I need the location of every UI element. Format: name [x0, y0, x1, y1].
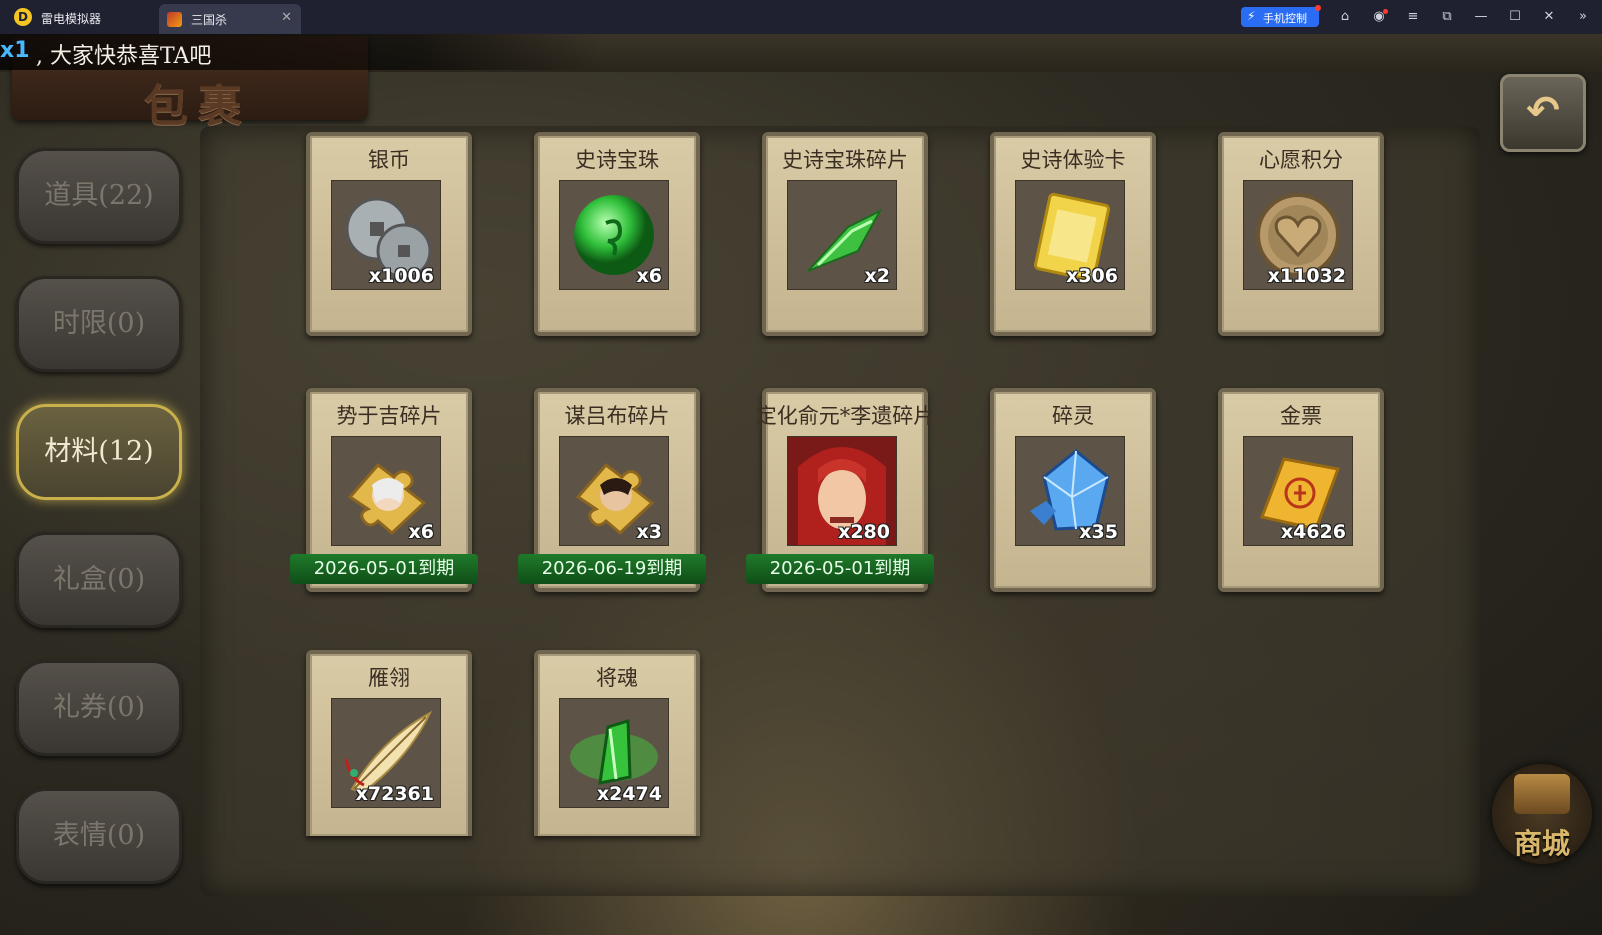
tab-label: 时限(0)	[52, 308, 146, 339]
phone-control-label: 手机控制	[1263, 12, 1307, 25]
item-quantity: x2474	[596, 783, 662, 805]
item-quantity: x1006	[368, 265, 434, 287]
menu-icon[interactable]: ≡	[1402, 6, 1424, 28]
expand-sidebar-icon[interactable]: »	[1572, 6, 1594, 28]
minimize-icon[interactable]: —	[1470, 6, 1492, 28]
item-quantity: x6	[636, 265, 662, 287]
puzzle-hero-icon: x6	[331, 436, 441, 546]
close-tab-icon[interactable]: ✕	[281, 10, 292, 25]
game-screen: 包裹 x1 , 大家快恭喜TA吧 ↶ 道具(22) 时限(0) 材料(12) 礼…	[0, 34, 1602, 935]
feather-icon: x72361	[331, 698, 441, 808]
item-quantity: x3	[636, 521, 662, 543]
user-icon[interactable]: ◉	[1368, 6, 1390, 28]
close-window-icon[interactable]: ✕	[1538, 6, 1560, 28]
item-card[interactable]: 史诗宝珠碎片 x2	[762, 132, 928, 336]
item-quantity: x6	[408, 521, 434, 543]
notification-dot	[1315, 5, 1321, 11]
lightning-icon: ⚡	[1247, 9, 1256, 23]
shop-label: 商城	[1513, 827, 1570, 860]
expiry-badge: 2026-05-01到期	[290, 554, 478, 584]
game-icon	[167, 12, 182, 27]
tab-items[interactable]: 道具(22)	[16, 148, 182, 244]
back-arrow-icon: ↶	[1526, 88, 1560, 134]
tab-label: 材料(12)	[44, 436, 154, 467]
item-name: 史诗宝珠	[575, 148, 659, 172]
tab-materials[interactable]: 材料(12)	[16, 404, 182, 500]
expiry-badge: 2026-06-19到期	[518, 554, 706, 584]
item-name: 谋吕布碎片	[564, 404, 670, 428]
item-name: 定化俞元*李遗碎片	[755, 404, 935, 428]
silver-coins-icon: x1006	[331, 180, 441, 290]
tab-timed[interactable]: 时限(0)	[16, 276, 182, 372]
item-card[interactable]: 定化俞元*李遗碎片 x280 2026-05-01到期	[746, 388, 934, 592]
item-quantity: x306	[1066, 265, 1118, 287]
item-name: 金票	[1280, 404, 1322, 428]
item-quantity: x2	[864, 265, 890, 287]
item-name: 心愿积分	[1259, 148, 1343, 172]
item-quantity: x4626	[1280, 521, 1346, 543]
tab-label: 三国杀	[191, 13, 228, 27]
user-notification-dot	[1383, 9, 1388, 14]
item-name: 势于吉碎片	[336, 404, 442, 428]
item-card[interactable]: 史诗宝珠 x6	[534, 132, 700, 336]
back-button[interactable]: ↶	[1500, 74, 1586, 152]
item-quantity: x11032	[1267, 265, 1346, 287]
green-soul-icon: x2474	[559, 698, 669, 808]
tab-vouchers[interactable]: 礼券(0)	[16, 660, 182, 756]
gold-card-icon: x306	[1015, 180, 1125, 290]
item-card[interactable]: 银币 x1006	[306, 132, 472, 336]
green-orb-icon: x6	[559, 180, 669, 290]
shop-button[interactable]: 商城	[1492, 764, 1592, 864]
item-card[interactable]: 势于吉碎片 x6 2026-05-01到期	[290, 388, 478, 592]
item-quantity: x72361	[355, 783, 434, 805]
marquee-count: x1	[0, 38, 30, 63]
item-quantity: x35	[1079, 521, 1118, 543]
phone-control-button[interactable]: ⚡ 手机控制	[1241, 5, 1321, 27]
item-name: 银币	[368, 148, 410, 172]
ldplayer-logo-icon: D	[14, 8, 32, 26]
tab-emotes[interactable]: 表情(0)	[16, 788, 182, 884]
item-card[interactable]: 谋吕布碎片 x3 2026-06-19到期	[518, 388, 706, 592]
tab-sanguosha[interactable]: 三国杀 ✕	[159, 4, 301, 34]
item-quantity: x280	[838, 521, 890, 543]
app-name: 雷电模拟器	[41, 12, 102, 26]
item-card[interactable]: 将魂 x2474	[534, 650, 700, 836]
item-card[interactable]: 金票 x4626	[1218, 388, 1384, 592]
broadcast-marquee: x1 , 大家快恭喜TA吧	[0, 34, 600, 70]
puzzle-hero-icon: x3	[559, 436, 669, 546]
item-name: 史诗宝珠碎片	[782, 148, 908, 172]
item-name: 雁翎	[368, 666, 410, 690]
item-card[interactable]: 碎灵 x35	[990, 388, 1156, 592]
expiry-badge: 2026-05-01到期	[746, 554, 934, 584]
item-name: 将魂	[596, 666, 638, 690]
marquee-text: , 大家快恭喜TA吧	[36, 44, 212, 69]
item-name: 史诗体验卡	[1020, 148, 1126, 172]
hero-portrait-icon: x280	[787, 436, 897, 546]
emulator-titlebar: D 雷电模拟器 三国杀 ✕ ⚡ 手机控制 ⌂ ◉ ≡ ⧉ — ☐ ✕ »	[0, 0, 1602, 34]
maximize-icon[interactable]: ☐	[1504, 6, 1526, 28]
heart-coin-icon: x11032	[1243, 180, 1353, 290]
tab-gift-boxes[interactable]: 礼盒(0)	[16, 532, 182, 628]
popout-icon[interactable]: ⧉	[1436, 6, 1458, 28]
item-name: 碎灵	[1052, 404, 1094, 428]
gold-scroll-icon: x4626	[1243, 436, 1353, 546]
page-title: 包裹	[144, 81, 252, 132]
item-card[interactable]: 心愿积分 x11032	[1218, 132, 1384, 336]
blue-crystal-icon: x35	[1015, 436, 1125, 546]
item-card[interactable]: 史诗体验卡 x306	[990, 132, 1156, 336]
green-shard-icon: x2	[787, 180, 897, 290]
treasure-chest-icon	[1514, 774, 1570, 814]
tab-label: 礼券(0)	[52, 692, 146, 723]
tab-label: 表情(0)	[52, 820, 146, 851]
gift-icon[interactable]: ⌂	[1334, 6, 1356, 28]
tab-label: 礼盒(0)	[52, 564, 146, 595]
tab-label: 道具(22)	[44, 180, 154, 211]
item-card[interactable]: 雁翎 x72361	[306, 650, 472, 836]
